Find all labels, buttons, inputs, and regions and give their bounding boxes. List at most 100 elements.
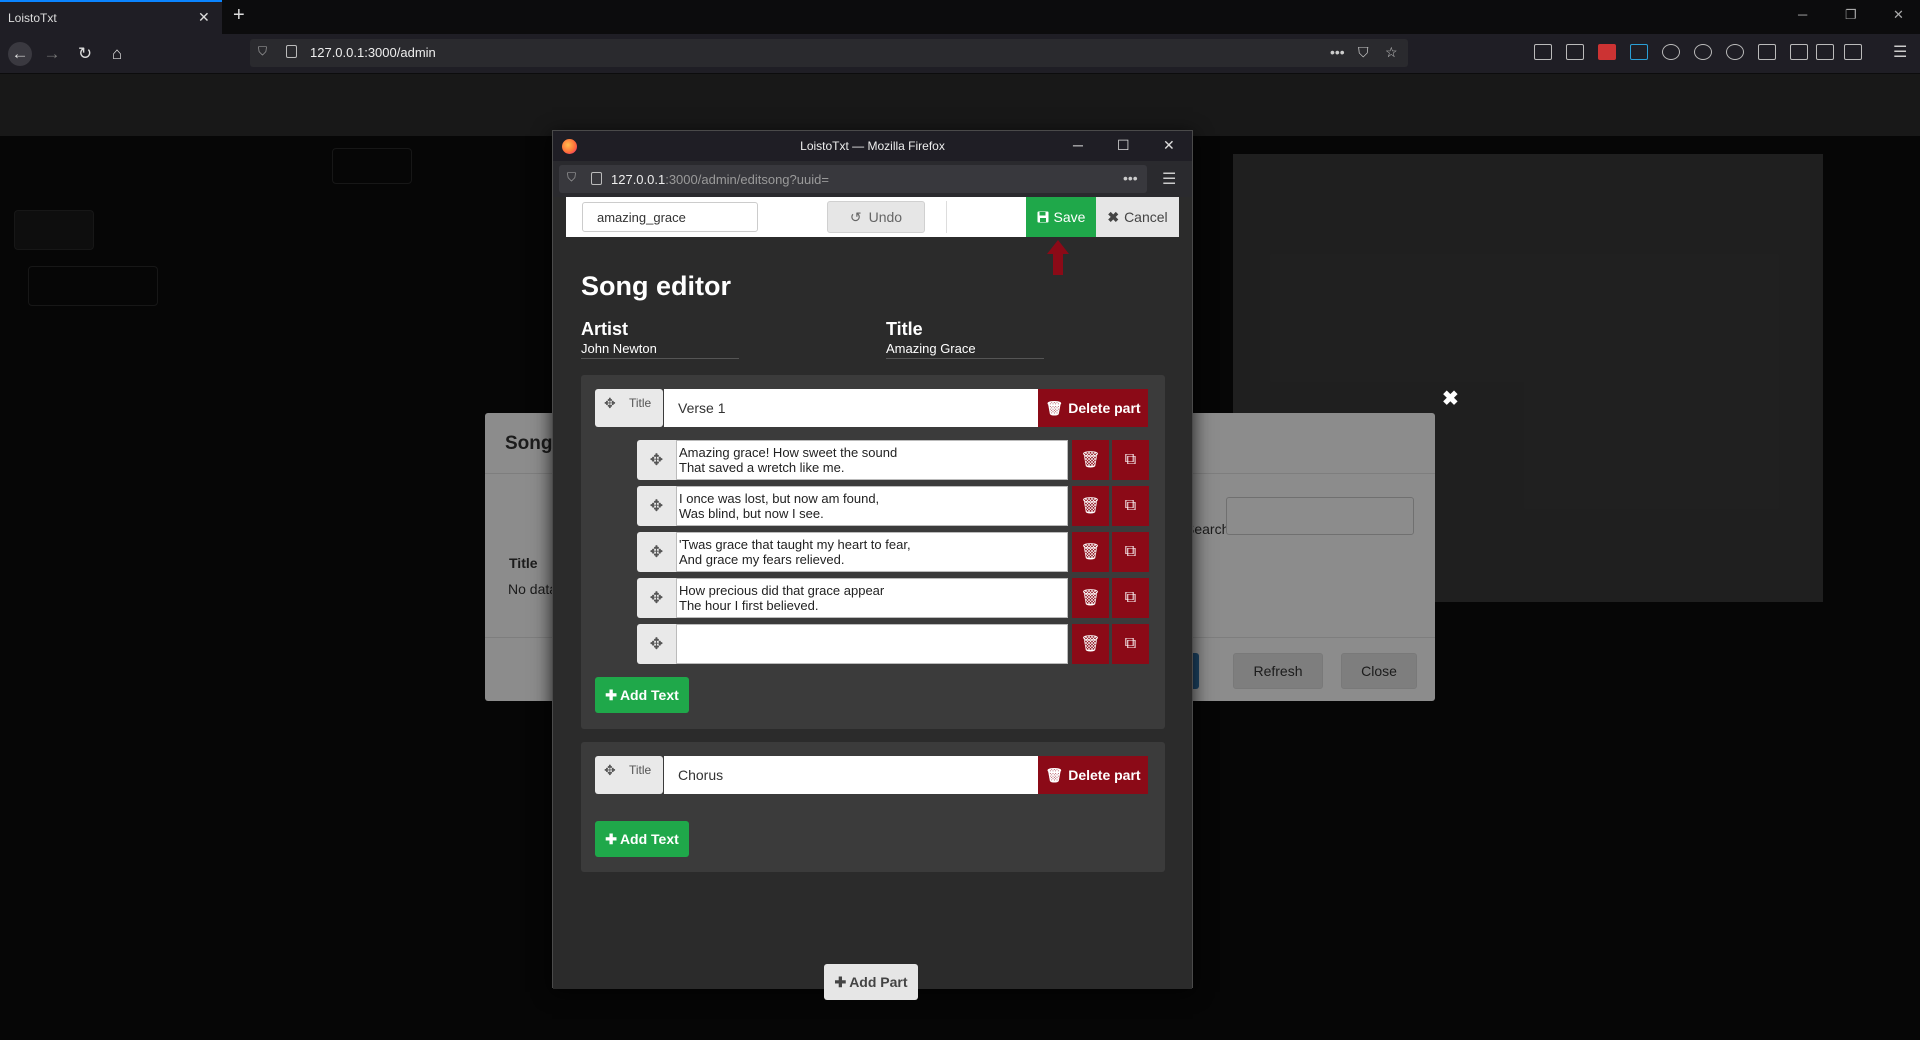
address-bar[interactable]: ⛉ 127.0.0.1:3000/admin ••• ⛉ ☆ [250,39,1408,67]
text-line-input[interactable]: Amazing grace! How sweet the sound That … [676,440,1068,480]
part-title-input[interactable] [664,389,1038,427]
undo-button[interactable]: ↺ Undo [827,201,925,233]
popup-titlebar: LoistoTxt — Mozilla Firefox ─ ☐ ✕ [553,131,1192,161]
trash-icon: 🗑 [1080,590,1101,607]
add-text-button[interactable]: ✚ Add Text [595,821,689,857]
artist-field[interactable]: John Newton [581,341,739,359]
delete-part-label: Delete part [1068,400,1141,416]
shield-icon[interactable]: ⛉ [567,170,576,185]
song-part: ✥ Title 🗑 Delete part ✥ Amazing grace! H… [581,375,1165,729]
move-icon[interactable]: ✥ [637,440,676,480]
trash-icon: 🗑 [1080,636,1101,653]
editor-toolbar: ↺ Undo Save ✖ Cancel [566,197,1179,237]
move-icon[interactable]: ✥ [637,486,676,526]
delete-part-label: Delete part [1068,767,1141,783]
account-icon[interactable] [1726,44,1744,60]
maximize-icon[interactable]: ☐ [1117,137,1130,154]
menu-icon[interactable]: ☰ [1162,169,1176,189]
tab-title: LoistoTxt [8,11,57,25]
extension-icon[interactable] [1630,44,1648,60]
add-part-button[interactable]: ✚ Add Part [824,964,918,1000]
song-part: ✥ Title 🗑 Delete part ✚ Add Text [581,742,1165,872]
save-button[interactable]: Save [1026,197,1096,237]
delete-part-button[interactable]: 🗑 Delete part [1038,756,1148,794]
popup-url-row: ⛉ 127.0.0.1:3000/admin/editsong?uuid= ••… [553,161,1192,197]
trash-icon: 🗑 [1080,452,1101,469]
text-line-input[interactable] [676,624,1068,664]
history-icon[interactable] [1694,44,1712,60]
save-label: Save [1053,209,1086,225]
duplicate-line-button[interactable]: ⧉ [1112,486,1149,526]
add-part-label: Add Part [849,974,908,990]
extension-icon[interactable] [1662,44,1680,60]
page-actions-icon[interactable]: ••• [1330,44,1345,60]
forward-icon[interactable]: → [40,42,64,66]
delete-line-button[interactable]: 🗑 [1072,440,1109,480]
menu-icon[interactable]: ☰ [1893,42,1907,62]
part-drag-handle[interactable]: ✥ Title [595,389,663,427]
add-text-button[interactable]: ✚ Add Text [595,677,689,713]
popup-url[interactable]: 127.0.0.1:3000/admin/editsong?uuid= [611,172,829,187]
move-icon[interactable]: ✥ [637,578,676,618]
plus-icon: ✚ [834,973,847,990]
page-actions-icon[interactable]: ••• [1123,170,1138,186]
move-icon: ✥ [604,762,616,778]
back-icon[interactable]: ← [8,42,32,66]
duplicate-line-button[interactable]: ⧉ [1112,578,1149,618]
text-line-input[interactable]: How precious did that grace appear The h… [676,578,1068,618]
x-icon: ✖ [1107,208,1120,225]
delete-part-button[interactable]: 🗑 Delete part [1038,389,1148,427]
minimize-icon[interactable]: ─ [1073,137,1083,153]
popup-address-bar[interactable]: ⛉ 127.0.0.1:3000/admin/editsong?uuid= ••… [559,165,1147,193]
browser-tab[interactable]: LoistoTxt ✕ [0,0,222,34]
sidebar-icon[interactable] [1566,44,1584,60]
new-tab-icon[interactable]: + [233,4,245,27]
library-icon[interactable] [1534,44,1552,60]
part-drag-handle[interactable]: ✥ Title [595,756,663,794]
home-icon[interactable]: ⌂ [105,42,129,66]
extension-icon[interactable] [1598,44,1616,60]
duplicate-line-button[interactable]: ⧉ [1112,624,1149,664]
cancel-label: Cancel [1124,209,1168,225]
extension-icon[interactable] [1844,44,1862,60]
bookmark-star-icon[interactable]: ☆ [1385,44,1398,61]
tools-icon[interactable] [1790,44,1808,60]
popup-window-title: LoistoTxt — Mozilla Firefox [800,139,945,153]
add-text-label: Add Text [619,687,679,703]
close-window-icon[interactable]: ✕ [1893,7,1904,23]
text-line-input[interactable]: 'Twas grace that taught my heart to fear… [676,532,1068,572]
text-line-row: ✥ Amazing grace! How sweet the sound Tha… [637,440,1149,480]
reload-icon[interactable]: ↻ [73,42,97,66]
song-id-input[interactable] [582,202,758,232]
extension-icon[interactable] [1816,44,1834,60]
trash-icon: 🗑 [1045,766,1064,783]
duplicate-line-button[interactable]: ⧉ [1112,532,1149,572]
title-label: Title [886,319,923,339]
delete-line-button[interactable]: 🗑 [1072,486,1109,526]
part-title-input[interactable] [664,756,1038,794]
shield-icon[interactable]: ⛉ [258,44,267,59]
delete-line-button[interactable]: 🗑 [1072,532,1109,572]
delete-line-button[interactable]: 🗑 [1072,624,1109,664]
close-window-icon[interactable]: ✕ [1163,137,1175,154]
copy-icon: ⧉ [1124,451,1137,468]
delete-line-button[interactable]: 🗑 [1072,578,1109,618]
floppy-disk-icon [1037,211,1049,223]
move-icon[interactable]: ✥ [637,532,676,572]
move-icon[interactable]: ✥ [637,624,676,664]
pocket-icon[interactable]: ⛉ [1358,44,1369,61]
title-field[interactable]: Amazing Grace [886,341,1044,359]
text-line-input[interactable]: I once was lost, but now am found, Was b… [676,486,1068,526]
minimize-icon[interactable]: ─ [1798,7,1807,22]
cancel-button[interactable]: ✖ Cancel [1096,197,1179,237]
url-text[interactable]: 127.0.0.1:3000/admin [310,45,436,60]
tab-close-icon[interactable]: ✕ [198,9,210,26]
page-icon [286,45,297,58]
close-modal-icon[interactable]: ✖ [1442,386,1459,411]
trash-icon: 🗑 [1080,544,1101,561]
text-line-row: ✥ How precious did that grace appear The… [637,578,1149,618]
extension-icon[interactable] [1758,44,1776,60]
page-icon [591,172,602,185]
duplicate-line-button[interactable]: ⧉ [1112,440,1149,480]
restore-icon[interactable]: ❐ [1845,7,1857,23]
